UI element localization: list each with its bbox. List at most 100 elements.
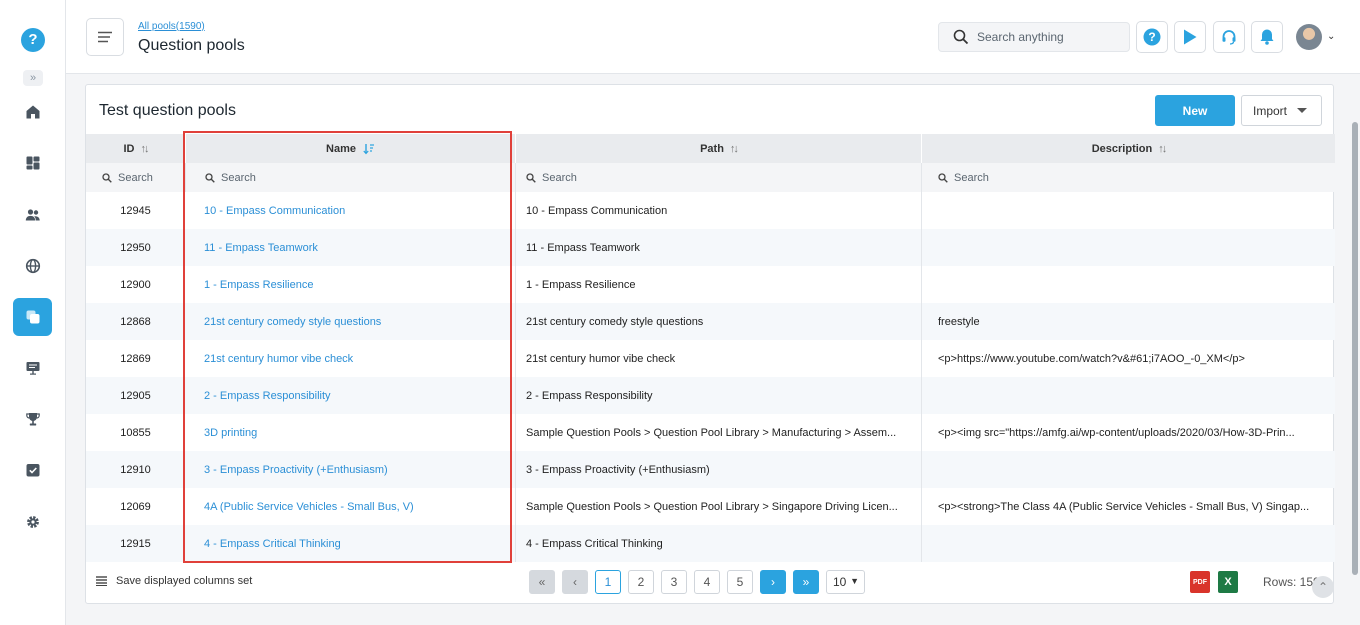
search-icon [953,29,969,45]
sidebar-item-presentations[interactable] [13,349,52,387]
table-row[interactable]: 12950 11 - Empass Teamwork 11 - Empass T… [86,229,1335,266]
card-title: Test question pools [99,102,236,119]
menu-toggle-button[interactable] [86,18,124,56]
table-row[interactable]: 12910 3 - Empass Proactivity (+Enthusias… [86,451,1335,488]
table-row[interactable]: 12945 10 - Empass Communication 10 - Emp… [86,192,1335,229]
table-row[interactable]: 12915 4 - Empass Critical Thinking 4 - E… [86,525,1335,562]
breadcrumb-all-pools[interactable]: All pools(1590) [138,21,205,32]
sidebar-item-settings[interactable] [13,503,52,541]
sidebar: ? » [0,0,66,625]
pagination: « ‹ 1 2 3 4 5 › » 10 ▼ [529,570,865,594]
page-scrollbar[interactable] [1350,74,1360,625]
first-page-button[interactable]: « [529,570,555,594]
search-icon [526,172,536,183]
chevron-down-icon: ▼ [850,576,859,586]
next-page-button[interactable]: › [760,570,786,594]
expand-sidebar-button[interactable]: » [23,70,43,86]
table-row[interactable]: 12069 4A (Public Service Vehicles - Smal… [86,488,1335,525]
hamburger-icon [98,31,112,43]
cell-name-link[interactable]: 21st century comedy style questions [185,303,515,340]
sidebar-item-achievements[interactable] [13,400,52,438]
table-row[interactable]: 12900 1 - Empass Resilience 1 - Empass R… [86,266,1335,303]
cell-id: 12868 [120,315,151,328]
question-pools-icon [26,310,39,324]
page-button[interactable]: 1 [595,570,621,594]
sort-descending-icon[interactable] [363,143,375,155]
sort-icon[interactable]: ↑↓ [141,143,150,155]
last-page-button[interactable]: » [793,570,819,594]
cell-id: 12910 [120,463,151,476]
sort-icon[interactable]: ↑↓ [1158,143,1167,155]
filter-placeholder: Search [118,171,153,184]
cell-name-link[interactable]: 4A (Public Service Vehicles - Small Bus,… [185,488,515,525]
cell-name-link[interactable]: 3 - Empass Proactivity (+Enthusiasm) [185,451,515,488]
cell-name-link[interactable]: 11 - Empass Teamwork [185,229,515,266]
column-header-name[interactable]: Name [185,134,515,163]
cell-path-text: 3 - Empass Proactivity (+Enthusiasm) [526,463,710,476]
cell-name-link[interactable]: 21st century humor vibe check [185,340,515,377]
scrollbar-thumb[interactable] [1352,122,1358,575]
cell-name-link[interactable]: 1 - Empass Resilience [185,266,515,303]
cell-name-link[interactable]: 3D printing [185,414,515,451]
presentation-icon [26,362,39,375]
sidebar-item-tasks[interactable] [13,451,52,489]
search-icon [102,172,112,183]
cell-name-link[interactable]: 10 - Empass Communication [185,192,515,229]
page-button[interactable]: 4 [694,570,720,594]
cell-name-link[interactable]: 4 - Empass Critical Thinking [185,525,515,562]
page-button[interactable]: 2 [628,570,654,594]
global-search-input[interactable]: Search anything [938,22,1130,52]
cell-description: <p><img src="https://amfg.ai/wp-content/… [921,414,1335,451]
column-header-path[interactable]: Path ↑↓ [515,134,921,163]
trophy-icon [25,413,40,426]
notifications-button[interactable] [1251,21,1283,53]
help-button[interactable]: ? [1136,21,1168,53]
filter-input-description[interactable]: Search [921,163,1335,192]
sidebar-item-users[interactable] [13,196,52,234]
table-row[interactable]: 12868 21st century comedy style question… [86,303,1335,340]
search-icon [938,172,948,183]
cell-description [921,525,1335,562]
app-logo[interactable]: ? [21,28,45,52]
filter-input-path[interactable]: Search [515,163,921,192]
filter-placeholder: Search [221,171,256,184]
user-avatar[interactable] [1296,24,1322,50]
scroll-to-top-button[interactable]: ⌃ [1312,576,1334,598]
page-button[interactable]: 5 [727,570,753,594]
filter-input-id[interactable]: Search [86,163,185,192]
page-button[interactable]: 3 [661,570,687,594]
table-row[interactable]: 10855 3D printing Sample Question Pools … [86,414,1335,451]
import-dropdown[interactable]: Import [1241,95,1322,126]
cell-description [921,229,1335,266]
sidebar-item-question-pools[interactable] [13,298,52,336]
cell-path: 1 - Empass Resilience [515,266,921,303]
sidebar-item-globe[interactable] [13,247,52,285]
table-row[interactable]: 12905 2 - Empass Responsibility 2 - Empa… [86,377,1335,414]
column-header-label: ID [123,142,135,155]
cell-name-link[interactable]: 2 - Empass Responsibility [185,377,515,414]
table-filter-row: Search Search Search Search [86,163,1335,192]
sort-icon[interactable]: ↑↓ [730,143,739,155]
filter-placeholder: Search [542,171,577,184]
filter-input-name[interactable]: Search [185,163,515,192]
new-button[interactable]: New [1155,95,1235,126]
cell-path-text: 2 - Empass Responsibility [526,389,653,402]
column-header-id[interactable]: ID ↑↓ [86,134,185,163]
cell-description-text: <p><img src="https://amfg.ai/wp-content/… [938,426,1295,439]
sidebar-item-home[interactable] [13,93,52,131]
prev-page-button[interactable]: ‹ [562,570,588,594]
play-tutorial-button[interactable] [1174,21,1206,53]
support-button[interactable] [1213,21,1245,53]
chevron-down-icon[interactable]: ⌄ [1327,31,1335,42]
cell-path: 2 - Empass Responsibility [515,377,921,414]
page-size-select[interactable]: 10 ▼ [826,570,865,594]
column-header-description[interactable]: Description ↑↓ [921,134,1335,163]
sidebar-item-dashboard[interactable] [13,144,52,182]
svg-text:?: ? [1148,30,1155,44]
save-columns-button[interactable]: Save displayed columns set [96,575,252,587]
list-icon [96,576,107,586]
cell-path-text: 21st century comedy style questions [526,315,704,328]
export-pdf-button[interactable]: PDF [1190,571,1210,593]
export-excel-button[interactable]: X [1218,571,1238,593]
table-row[interactable]: 12869 21st century humor vibe check 21st… [86,340,1335,377]
